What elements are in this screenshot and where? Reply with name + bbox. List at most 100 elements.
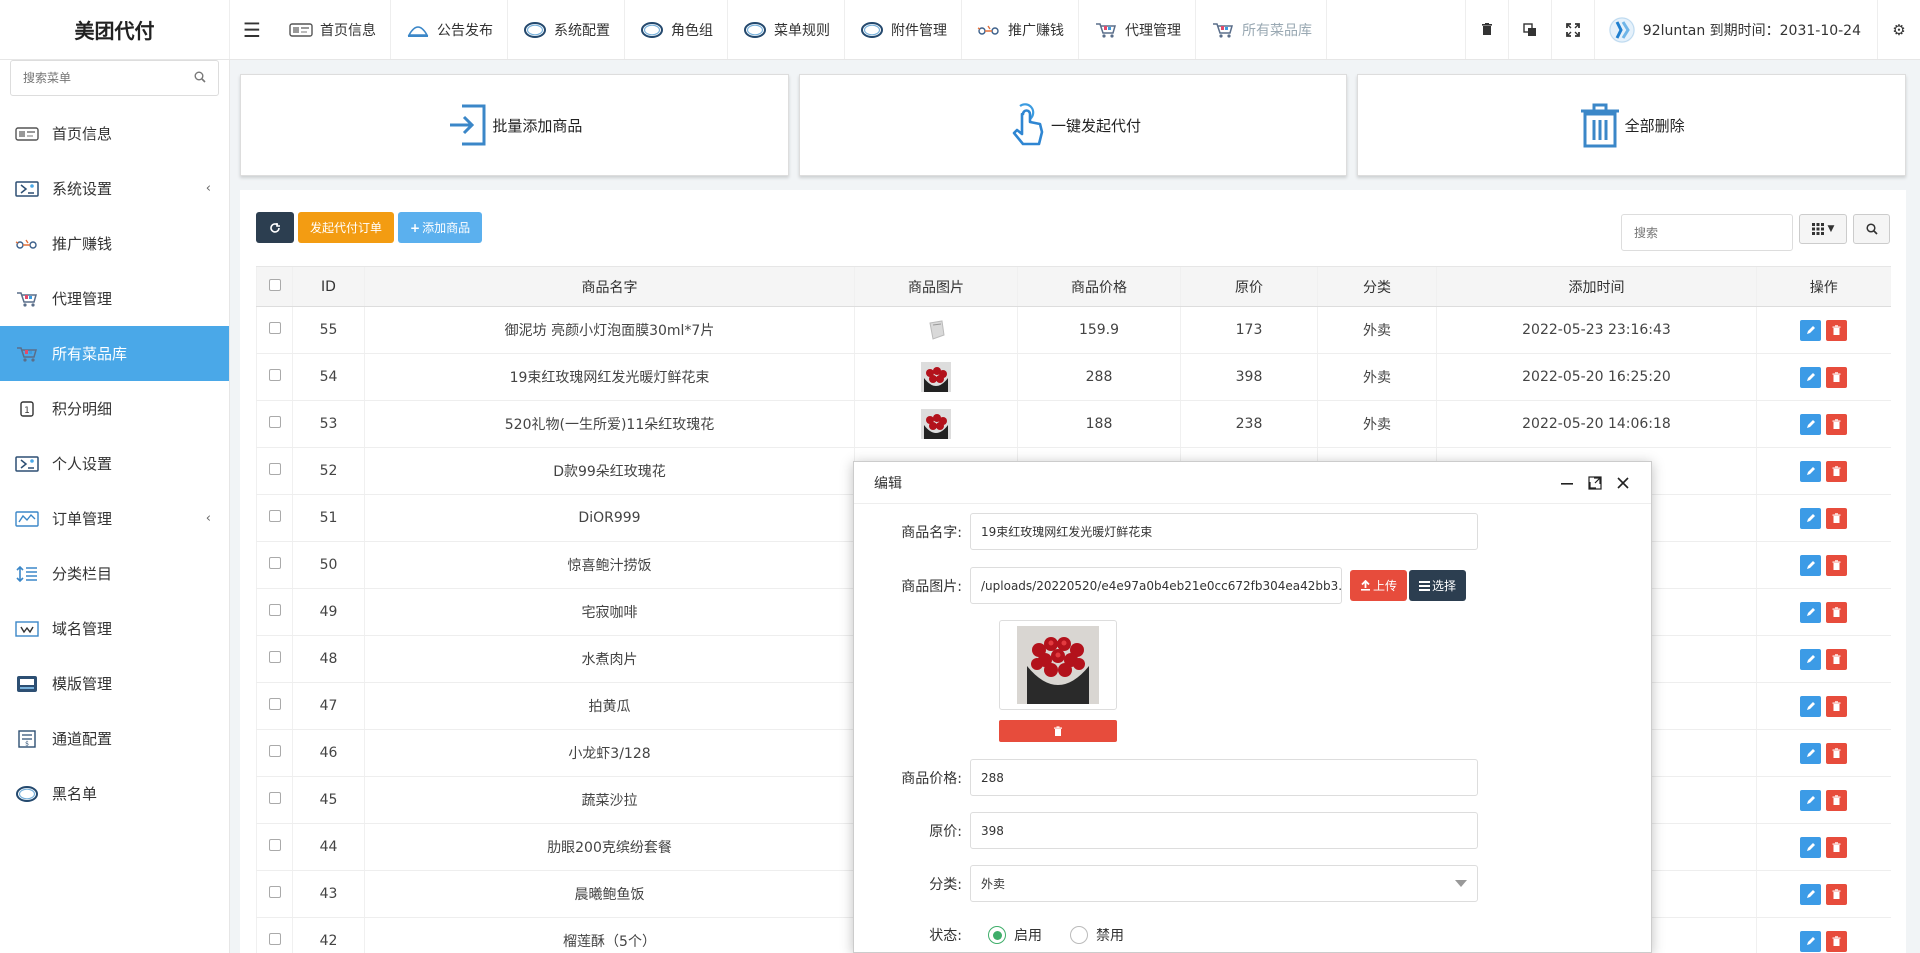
goods-thumbnail[interactable] bbox=[921, 409, 951, 439]
edit-button[interactable] bbox=[1800, 695, 1822, 717]
edit-button[interactable] bbox=[1800, 366, 1822, 388]
sidebar-item-8[interactable]: 分类栏目 bbox=[0, 546, 229, 601]
delete-button[interactable] bbox=[1826, 883, 1848, 905]
status-radio-on[interactable]: 启用 bbox=[988, 925, 1042, 945]
row-checkbox[interactable] bbox=[268, 792, 281, 804]
sidebar-item-1[interactable]: 系统设置 ‹ bbox=[0, 161, 229, 216]
topnav-item-7[interactable]: 代理管理 bbox=[1079, 0, 1196, 59]
radio-checked[interactable] bbox=[988, 926, 1006, 944]
sidebar-item-2[interactable]: 推广赚钱 bbox=[0, 216, 229, 271]
row-checkbox[interactable] bbox=[268, 886, 281, 898]
table-search-button[interactable] bbox=[1853, 214, 1890, 244]
edit-button[interactable] bbox=[1800, 648, 1822, 670]
action-card-1[interactable]: 一键发起代付 bbox=[798, 74, 1348, 176]
table-row[interactable]: 54 19束红玫瑰网红发光暖灯鲜花束 288 398 外卖 2022-05-20 16:2… bbox=[256, 353, 1891, 401]
name-input[interactable]: 19束红玫瑰网红发光暖灯鲜花束 bbox=[970, 513, 1478, 550]
delete-button[interactable] bbox=[1826, 930, 1848, 952]
table-row[interactable]: 53 520礼物(一生所爱)11朵红玫瑰花 188 238 外卖 2022-05-20 1… bbox=[256, 400, 1891, 448]
modal-header[interactable]: 编辑 bbox=[854, 462, 1651, 504]
image-path-input[interactable]: /uploads/20220520/e4e97a0b4eb21e0cc672fb… bbox=[970, 567, 1342, 604]
delete-button[interactable] bbox=[1826, 554, 1848, 576]
column-header[interactable]: 分类 bbox=[1317, 266, 1437, 307]
search-icon[interactable] bbox=[194, 71, 206, 86]
row-checkbox[interactable] bbox=[268, 651, 281, 663]
column-header[interactable]: 添加时间 bbox=[1436, 266, 1757, 307]
topnav-item-5[interactable]: 附件管理 bbox=[845, 0, 962, 59]
sidebar-item-0[interactable]: 首页信息 bbox=[0, 106, 229, 161]
edit-button[interactable] bbox=[1800, 460, 1822, 482]
language-icon[interactable] bbox=[1507, 0, 1551, 59]
columns-toggle-button[interactable]: ▼ bbox=[1799, 214, 1847, 244]
edit-button[interactable] bbox=[1800, 601, 1822, 623]
delete-button[interactable] bbox=[1826, 836, 1848, 858]
edit-button[interactable] bbox=[1800, 554, 1822, 576]
edit-button[interactable] bbox=[1800, 883, 1822, 905]
sidebar-search[interactable] bbox=[10, 60, 219, 96]
column-header[interactable]: 商品图片 bbox=[854, 266, 1018, 307]
column-header[interactable]: ID bbox=[292, 266, 365, 307]
row-checkbox[interactable] bbox=[268, 369, 281, 381]
column-header[interactable]: 原价 bbox=[1180, 266, 1318, 307]
sidebar-item-6[interactable]: 个人设置 bbox=[0, 436, 229, 491]
menu-toggle-icon[interactable]: ☰ bbox=[230, 0, 274, 59]
status-radio-off[interactable]: 禁用 bbox=[1070, 925, 1124, 945]
delete-button[interactable] bbox=[1826, 742, 1848, 764]
edit-button[interactable] bbox=[1800, 507, 1822, 529]
fullscreen-icon[interactable] bbox=[1550, 0, 1594, 59]
topnav-item-2[interactable]: 系统配置 bbox=[508, 0, 625, 59]
upload-button[interactable]: 上传 bbox=[1350, 570, 1408, 601]
row-checkbox[interactable] bbox=[268, 839, 281, 851]
app-logo[interactable]: 美团代付 bbox=[0, 0, 230, 59]
goods-thumbnail[interactable] bbox=[921, 315, 951, 345]
edit-button[interactable] bbox=[1800, 789, 1822, 811]
orig-price-input[interactable]: 398 bbox=[970, 812, 1478, 849]
column-header[interactable]: 商品名字 bbox=[364, 266, 855, 307]
select-all-checkbox[interactable] bbox=[268, 278, 281, 291]
sidebar-item-12[interactable]: 黑名单 bbox=[0, 766, 229, 821]
topnav-item-1[interactable]: 公告发布 bbox=[391, 0, 508, 59]
close-icon[interactable] bbox=[1615, 475, 1631, 491]
sidebar-item-11[interactable]: $ 通道配置 bbox=[0, 711, 229, 766]
column-header[interactable]: 操作 bbox=[1756, 266, 1891, 307]
price-input[interactable]: 288 bbox=[970, 759, 1478, 796]
category-select[interactable]: 外卖 bbox=[970, 865, 1478, 902]
clear-cache-icon[interactable] bbox=[1464, 0, 1508, 59]
edit-button[interactable] bbox=[1800, 836, 1822, 858]
topnav-item-4[interactable]: 菜单规则 bbox=[728, 0, 845, 59]
refresh-button[interactable] bbox=[256, 212, 294, 243]
table-row[interactable]: 55 御泥坊 亮颜小灯泡面膜30ml*7片 159.9 173 外卖 2022-05-23… bbox=[256, 306, 1891, 354]
sidebar-item-4[interactable]: 所有菜品库 bbox=[0, 326, 229, 381]
delete-image-button[interactable] bbox=[999, 720, 1117, 742]
delete-button[interactable] bbox=[1826, 601, 1848, 623]
minimize-icon[interactable] bbox=[1559, 475, 1575, 491]
row-checkbox[interactable] bbox=[268, 416, 281, 428]
topnav-item-3[interactable]: 角色组 bbox=[625, 0, 728, 59]
topnav-item-8[interactable]: 所有菜品库 bbox=[1196, 0, 1327, 59]
radio-unchecked[interactable] bbox=[1070, 926, 1088, 944]
edit-button[interactable] bbox=[1800, 319, 1822, 341]
row-checkbox[interactable] bbox=[268, 322, 281, 334]
row-checkbox[interactable] bbox=[268, 510, 281, 522]
user-menu[interactable]: 92luntan 到期时间：2031-10-24 bbox=[1593, 0, 1877, 59]
sidebar-item-3[interactable]: 代理管理 bbox=[0, 271, 229, 326]
gear-icon[interactable]: ⚙ bbox=[1877, 0, 1920, 59]
action-card-2[interactable]: 全部删除 bbox=[1357, 74, 1907, 176]
maximize-icon[interactable] bbox=[1587, 475, 1603, 491]
edit-button[interactable] bbox=[1800, 742, 1822, 764]
delete-button[interactable] bbox=[1826, 648, 1848, 670]
goods-thumbnail[interactable] bbox=[921, 362, 951, 392]
row-checkbox[interactable] bbox=[268, 933, 281, 945]
table-search-input[interactable] bbox=[1621, 214, 1793, 251]
sidebar-item-5[interactable]: 1 积分明细 bbox=[0, 381, 229, 436]
topnav-item-0[interactable]: 首页信息 bbox=[274, 0, 391, 59]
delete-button[interactable] bbox=[1826, 366, 1848, 388]
delete-button[interactable] bbox=[1826, 460, 1848, 482]
edit-button[interactable] bbox=[1800, 413, 1822, 435]
row-checkbox[interactable] bbox=[268, 557, 281, 569]
edit-button[interactable] bbox=[1800, 930, 1822, 952]
sidebar-item-7[interactable]: 订单管理 ‹ bbox=[0, 491, 229, 546]
delete-button[interactable] bbox=[1826, 413, 1848, 435]
delete-button[interactable] bbox=[1826, 695, 1848, 717]
column-header[interactable]: 商品价格 bbox=[1017, 266, 1181, 307]
sidebar-item-10[interactable]: 模版管理 bbox=[0, 656, 229, 711]
